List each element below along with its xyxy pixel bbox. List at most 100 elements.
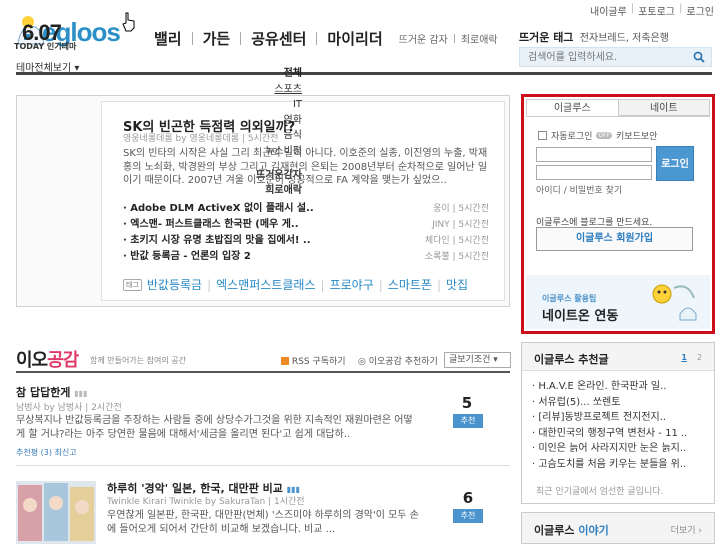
category-it[interactable]: IT bbox=[265, 97, 302, 113]
story-title-b: 이야기 bbox=[578, 524, 609, 537]
entry-divider bbox=[16, 465, 510, 466]
main-nav: 밸리 가든 공유센터 마이리더 뜨거운 감자 최로애락 bbox=[144, 28, 504, 49]
nav-valley[interactable]: 밸리 bbox=[144, 28, 192, 49]
list-item[interactable]: · [리뷰]동방프로젝트 전지전지.. bbox=[532, 410, 687, 426]
photolog-link[interactable]: 포토로그 bbox=[638, 3, 675, 18]
id-field[interactable] bbox=[536, 147, 652, 162]
rss-label: RSS 구독하기 bbox=[291, 357, 346, 367]
category-all[interactable]: 전체 bbox=[265, 66, 302, 82]
recommend-footer: 최근 인기글에서 엄선한 글입니다. bbox=[536, 487, 664, 497]
chevron-right-icon: › bbox=[698, 526, 702, 536]
io-subtitle: 함께 만들어가는 참여의 공간 bbox=[90, 356, 186, 365]
recommend-count: 5 bbox=[461, 394, 473, 412]
io-recommend-label: 이오공감 추천하기 bbox=[368, 357, 438, 367]
nav-garden[interactable]: 가든 bbox=[193, 28, 241, 49]
entry-meta: 남벙사 by 남벙사 | 2시간전 bbox=[16, 403, 122, 413]
auto-login-label: 자동로그인 bbox=[551, 132, 593, 142]
rss-link[interactable]: RSS 구독하기 bbox=[281, 354, 346, 367]
nav-emotions[interactable]: 최로애락 bbox=[455, 31, 504, 46]
entry-body[interactable]: 무상복지나 반값등록금을 주장하는 사람들 중에 상당수가그것을 위한 지속적인… bbox=[16, 414, 416, 441]
tab-nate[interactable]: 네이트 bbox=[618, 99, 710, 116]
thumbnail-image bbox=[16, 481, 96, 544]
banner-title: 네이트온 연동 bbox=[542, 309, 619, 324]
tag-link[interactable]: 엑스맨퍼스트클래스 bbox=[216, 276, 315, 293]
auto-login-checkbox[interactable] bbox=[538, 131, 547, 140]
io-title-b: 공감 bbox=[47, 350, 79, 371]
list-item[interactable]: · H.A.V.E 온라인. 한국판과 일.. bbox=[532, 379, 687, 395]
search-box bbox=[519, 47, 712, 67]
entry-title-text: 참 답답한게 bbox=[16, 386, 71, 399]
list-item[interactable]: · 반값 등록금 - 언론의 입장 2 소록불 | 5시간전 bbox=[123, 249, 489, 265]
recommend-box-header: 이글루스 추천글 1 2 bbox=[522, 343, 714, 371]
search-input[interactable] bbox=[520, 48, 685, 66]
hot-tags-label: 뜨거운 태그 bbox=[519, 31, 574, 44]
login-link[interactable]: 로그인 bbox=[686, 3, 714, 18]
list-item[interactable]: · 서유럽(5)... 쏘렌토 bbox=[532, 395, 687, 411]
keyboard-security-toggle[interactable]: OFF bbox=[596, 132, 613, 139]
hot-tags: 뜨거운 태그 전자브레드, 저축은행 bbox=[519, 29, 669, 45]
hot-tags-values[interactable]: 전자브레드, 저축은행 bbox=[580, 33, 669, 44]
today-tag-row: 태그 반값등록금 | 엑스맨퍼스트클래스 | 프로야구 | 스마트폰 | 맛집 bbox=[123, 276, 468, 293]
list-item-label: 미인은 늙어 사라지지만 눈은 늙지.. bbox=[538, 443, 687, 454]
recommend-button[interactable]: 추천 bbox=[453, 509, 483, 523]
tag-link[interactable]: 맛집 bbox=[446, 276, 468, 293]
today-label: TODAY 인기테마 bbox=[14, 42, 77, 51]
post-author: 소록불 bbox=[424, 252, 450, 262]
tag-link[interactable]: 프로야구 bbox=[330, 276, 374, 293]
list-item[interactable]: · 대한민국의 행정구역 변천사 - 11 .. bbox=[532, 426, 687, 442]
io-recommend-link[interactable]: ◎ 이오공감 추천하기 bbox=[358, 354, 438, 367]
rss-icon bbox=[281, 357, 289, 365]
login-button[interactable]: 로그인 bbox=[656, 146, 694, 181]
story-box-header: 이글루스 이야기 더보기 › bbox=[521, 512, 715, 544]
entry-title[interactable]: 참 답답한게 ▮▮▮ bbox=[16, 384, 88, 400]
recommend-icon: ◎ bbox=[358, 357, 366, 367]
featured-post-body[interactable]: SK의 빈타의 시작은 사실 그리 최근의 일이 아니다. 이호준의 실종, 이… bbox=[123, 147, 495, 188]
post-author: 체다인 bbox=[424, 236, 450, 246]
page-link[interactable]: 2 bbox=[697, 353, 702, 362]
list-item[interactable]: · 미인은 늙어 사라지지만 눈은 늙지.. bbox=[532, 441, 687, 457]
login-box: 이글루스 네이트 자동로그인 OFF 키보드보안 로그인 아이디 / 비밀번호 … bbox=[521, 94, 715, 334]
page-link[interactable]: 1 bbox=[681, 353, 687, 362]
list-item[interactable]: · 초키지 시장 유명 초밥집의 맛을 집에서! .. 체다인 | 5시간전 bbox=[123, 233, 489, 249]
list-item[interactable]: · Adobe DLM ActiveX 없이 플래시 설.. 웅이 | 5시간전 bbox=[123, 201, 489, 217]
post-time: 5시간전 bbox=[458, 236, 489, 246]
my-egloo-link[interactable]: 내이글루 bbox=[590, 3, 627, 18]
banner-subtitle: 이글루스 활용팁 bbox=[542, 294, 597, 303]
nav-my-reader[interactable]: 마이리더 bbox=[317, 28, 392, 49]
tab-egloos[interactable]: 이글루스 bbox=[526, 99, 619, 116]
post-author: 웅이 bbox=[433, 204, 450, 214]
find-account-link[interactable]: 아이디 / 비밀번호 찾기 bbox=[536, 183, 622, 196]
list-item[interactable]: · 고슴도치를 처음 키우는 분들을 위.. bbox=[532, 457, 687, 473]
search-icon[interactable] bbox=[693, 51, 705, 63]
io-title-a: 이오 bbox=[16, 350, 48, 371]
recommend-button[interactable]: 추천 bbox=[453, 414, 483, 428]
post-sort-select[interactable]: 글보기조건 ▾ bbox=[444, 352, 511, 368]
tag-link[interactable]: 스마트폰 bbox=[388, 276, 432, 293]
nav-hot-potato[interactable]: 뜨거운 감자 bbox=[393, 31, 454, 46]
recommend-box: 이글루스 추천글 1 2 · H.A.V.E 온라인. 한국판과 일.. · 서… bbox=[521, 342, 715, 504]
tag-link[interactable]: 반값등록금 bbox=[147, 276, 202, 293]
io-section-title: 이오공감 bbox=[16, 346, 79, 372]
nav-share-center[interactable]: 공유센터 bbox=[241, 28, 316, 49]
entry-body[interactable]: 우연찮게 일본판, 한국판, 대만판(번체) '스즈미야 하루히의 경악'이 모… bbox=[107, 509, 423, 536]
io-divider bbox=[16, 371, 510, 373]
top-links: 내이글루 | 포토로그 | 로그인 bbox=[590, 3, 714, 18]
post-time: 5시간전 bbox=[458, 204, 489, 214]
list-item[interactable]: · 엑스맨- 퍼스트클래스 한국판 (메우 게.. JINY | 5시간전 bbox=[123, 217, 489, 233]
entry-footer[interactable]: 추천평 (3) 최신고 bbox=[16, 447, 77, 458]
featured-post-meta: 영웅네롱데롬 by 영웅네롱데롬 | 5시간전 bbox=[123, 134, 279, 144]
entry-thumbnail[interactable] bbox=[16, 481, 96, 544]
recommend-list: · H.A.V.E 온라인. 한국판과 일.. · 서유럽(5)... 쏘렌토 … bbox=[532, 379, 687, 472]
password-field[interactable] bbox=[536, 165, 652, 180]
list-item-label: 고슴도치를 처음 키우는 분들을 위.. bbox=[538, 458, 687, 470]
post-title: 엑스맨- 퍼스트클래스 한국판 (메우 게.. bbox=[130, 219, 299, 230]
entry-meta: Twinkle Kirari Twinkle by SakuraTan | 1시… bbox=[107, 497, 305, 507]
mascot-icon bbox=[652, 284, 697, 321]
more-link[interactable]: 더보기 › bbox=[671, 523, 702, 536]
recommend-pagination: 1 2 bbox=[681, 353, 702, 362]
post-title: 반값 등록금 - 언론의 입장 2 bbox=[130, 251, 251, 262]
join-button[interactable]: 이글루스 회원가입 bbox=[536, 227, 693, 251]
keyboard-security-label: 키보드보안 bbox=[616, 132, 658, 142]
category-sports[interactable]: 스포츠 bbox=[265, 82, 302, 98]
list-item-label: H.A.V.E 온라인. 한국판과 일.. bbox=[538, 381, 667, 392]
